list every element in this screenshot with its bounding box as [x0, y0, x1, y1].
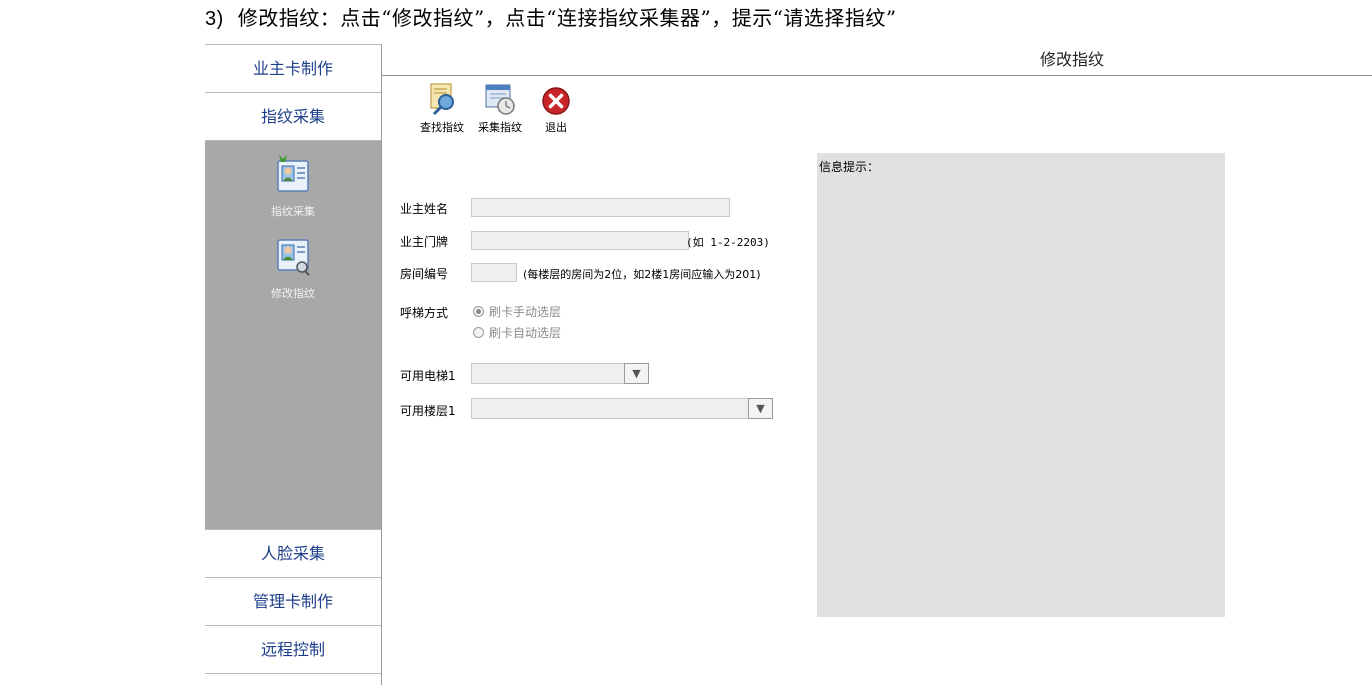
- info-panel: 信息提示：: [817, 153, 1225, 617]
- page-title: 修改指纹: [382, 44, 1372, 76]
- chevron-down-icon[interactable]: ▼: [748, 398, 773, 419]
- fingerprint-edit-icon: [277, 239, 310, 276]
- owner-door-label: 业主门牌: [400, 235, 449, 249]
- radio-auto-floor-label: 刷卡自动选层: [489, 326, 562, 340]
- close-icon: [542, 87, 570, 115]
- tool-fingerprint-collect-label: 指纹采集: [271, 205, 315, 218]
- radio-manual-floor[interactable]: 刷卡手动选层: [473, 303, 561, 320]
- tool-fingerprint-collect[interactable]: 指纹采集: [205, 141, 381, 219]
- tool-fingerprint-edit[interactable]: 修改指纹: [205, 219, 381, 301]
- caption-number: 3): [205, 8, 224, 30]
- sidebar-item-fingerprint[interactable]: 指纹采集: [205, 93, 381, 141]
- sidebar-item-remote[interactable]: 远程控制: [205, 626, 381, 674]
- call-mode-label: 呼梯方式: [400, 306, 449, 320]
- radio-auto-floor[interactable]: 刷卡自动选层: [473, 324, 561, 341]
- elevator-label: 可用电梯1: [400, 369, 456, 383]
- exit-label: 退出: [545, 121, 567, 134]
- instruction-caption: 3) 修改指纹：点击“修改指纹”，点击“连接指纹采集器”，提示“请选择指纹”: [205, 2, 897, 31]
- exit-button[interactable]: 退出: [536, 82, 576, 135]
- owner-door-input[interactable]: [471, 231, 689, 250]
- main-area: 修改指纹 查找指纹 采集指纹 退出 业主姓名 业主门牌 (如 1-2-2203)…: [382, 44, 1372, 685]
- room-no-label: 房间编号: [400, 267, 449, 281]
- info-panel-title: 信息提示：: [819, 160, 880, 174]
- room-no-input[interactable]: [471, 263, 517, 282]
- sidebar: 业主卡制作 指纹采集 指纹采集 修改指纹 人脸采集 管理卡制作 远程控制: [205, 44, 382, 685]
- radio-unselected-icon: [473, 327, 484, 338]
- room-no-hint: (每楼层的房间为2位，如2楼1房间应输入为201): [523, 268, 761, 281]
- fingerprint-tool-panel: 指纹采集 修改指纹: [205, 141, 381, 530]
- chevron-down-icon[interactable]: ▼: [624, 363, 649, 384]
- radio-manual-floor-label: 刷卡手动选层: [489, 305, 562, 319]
- calendar-clock-icon: [485, 84, 515, 115]
- tool-fingerprint-edit-label: 修改指纹: [271, 287, 315, 300]
- owner-name-input[interactable]: [471, 198, 730, 217]
- floor-select[interactable]: ▼: [471, 398, 773, 419]
- fingerprint-collect-icon: [277, 155, 309, 192]
- collect-fingerprint-button[interactable]: 采集指纹: [470, 82, 530, 135]
- owner-door-hint: (如 1-2-2203): [686, 236, 770, 249]
- find-fingerprint-label: 查找指纹: [420, 121, 464, 134]
- sidebar-item-face[interactable]: 人脸采集: [205, 530, 381, 578]
- sidebar-item-admin-card[interactable]: 管理卡制作: [205, 578, 381, 626]
- floor-label: 可用楼层1: [400, 404, 456, 418]
- search-document-icon: [430, 83, 454, 116]
- elevator-select[interactable]: ▼: [471, 363, 649, 384]
- caption-text: 修改指纹：点击“修改指纹”，点击“连接指纹采集器”，提示“请选择指纹”: [237, 6, 897, 30]
- sidebar-item-owner-card[interactable]: 业主卡制作: [205, 44, 381, 93]
- find-fingerprint-button[interactable]: 查找指纹: [412, 82, 472, 135]
- radio-selected-icon: [473, 306, 484, 317]
- collect-fingerprint-label: 采集指纹: [478, 121, 522, 134]
- owner-name-label: 业主姓名: [400, 202, 449, 216]
